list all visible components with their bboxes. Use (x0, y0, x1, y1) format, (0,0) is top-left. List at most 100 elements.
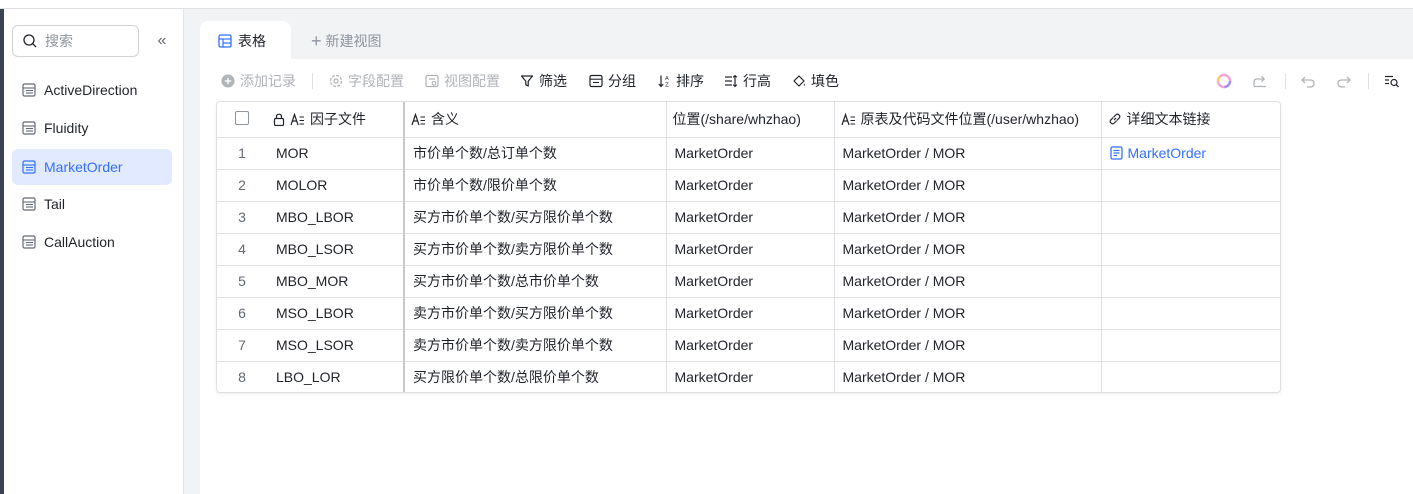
document-link[interactable]: MarketOrder (1109, 145, 1281, 161)
cell-location[interactable]: MarketOrder (666, 169, 835, 202)
plus-icon: + (311, 31, 322, 51)
cell-factor[interactable]: MBO_MOR (267, 265, 405, 298)
cell-factor[interactable]: MSO_LBOR (267, 297, 405, 330)
search-input[interactable]: 搜索 (12, 25, 139, 57)
table-icon (22, 83, 36, 97)
cell-detail-link[interactable] (1101, 297, 1280, 330)
table-row[interactable]: 7 MSO_LSOR 卖方市价单个数/卖方限价单个数 MarketOrder Marke… (217, 329, 1280, 362)
table-row[interactable]: 1 MOR 市价单个数/总订单个数 MarketOrder MarketOrder / … (217, 137, 1281, 170)
cell-source[interactable]: MarketOrder / MOR (834, 169, 1102, 202)
cell-detail-link[interactable] (1101, 361, 1280, 392)
cell-source[interactable]: MarketOrder / MOR (834, 201, 1102, 234)
sidebar-item-marketorder[interactable]: MarketOrder (12, 149, 172, 185)
tab-label: 表格 (238, 33, 266, 49)
search-records-icon[interactable] (1382, 71, 1402, 91)
table-row[interactable]: 5 MBO_MOR 买方市价单个数/总市价单个数 MarketOrder MarketO… (217, 265, 1280, 298)
cell-detail-link[interactable] (1101, 233, 1280, 266)
cell-meaning[interactable]: 卖方市价单个数/买方限价单个数 (404, 297, 667, 330)
table-row[interactable]: 6 MSO_LBOR 卖方市价单个数/买方限价单个数 MarketOrder Marke… (217, 297, 1280, 330)
cell-source[interactable]: MarketOrder / MOR (834, 329, 1102, 362)
cell-location[interactable]: MarketOrder (666, 201, 835, 234)
group-button[interactable]: 分组 (589, 71, 636, 91)
redo-icon[interactable] (1334, 71, 1354, 91)
group-label: 分组 (608, 73, 636, 89)
row-height-button[interactable]: 行高 (724, 71, 771, 91)
sort-button[interactable]: AZ 排序 (657, 71, 704, 91)
field-config-button[interactable]: 字段配置 (329, 71, 404, 91)
cell-source[interactable]: MarketOrder / MOR (834, 233, 1102, 266)
sidebar-item-callauction[interactable]: CallAuction (12, 224, 172, 260)
table-row[interactable]: 4 MBO_LSOR 买方市价单个数/卖方限价单个数 MarketOrder Marke… (217, 233, 1280, 266)
ai-assistant-icon[interactable] (1214, 71, 1234, 91)
row-index: 1 (217, 137, 267, 170)
link-text: MarketOrder (1127, 145, 1207, 161)
cell-location[interactable]: MarketOrder (666, 265, 835, 298)
cell-location[interactable]: MarketOrder (666, 361, 835, 392)
cell-location[interactable]: MarketOrder (666, 329, 835, 362)
cell-meaning[interactable]: 买方市价单个数/总市价单个数 (404, 265, 667, 298)
fill-color-button[interactable]: 填色 (792, 71, 839, 91)
table-icon (22, 197, 36, 211)
column-header-source[interactable]: 原表及代码文件位置(/user/whzhao) (834, 102, 1102, 138)
column-label: 位置(/share/whzhao) (672, 111, 801, 128)
cell-source[interactable]: MarketOrder / MOR (834, 297, 1102, 330)
toolbar-divider (312, 73, 313, 89)
group-icon (589, 74, 603, 88)
data-table: 因子文件 含义 位置(/share/whzhao) 原表及代码文件位置(/use… (217, 102, 1281, 392)
view-config-icon (425, 74, 439, 88)
table-row[interactable]: 3 MBO_LBOR 买方市价单个数/买方限价单个数 MarketOrder Marke… (217, 201, 1280, 234)
sidebar-item-fluidity[interactable]: Fluidity (12, 110, 172, 146)
add-record-button[interactable]: 添加记录 (221, 71, 296, 91)
row-index: 5 (217, 265, 267, 298)
cell-factor[interactable]: LBO_LOR (267, 361, 405, 392)
cell-location[interactable]: MarketOrder (666, 297, 835, 330)
tab-grid-view[interactable]: 表格 (200, 21, 291, 61)
cell-detail-link[interactable] (1101, 329, 1280, 362)
column-header-detail-link[interactable]: 详细文本链接 (1101, 102, 1280, 138)
view-config-button[interactable]: 视图配置 (425, 71, 500, 91)
filter-button[interactable]: 筛选 (520, 71, 567, 91)
column-header-meaning[interactable]: 含义 (404, 102, 667, 138)
cell-meaning[interactable]: 买方市价单个数/买方限价单个数 (404, 201, 667, 234)
table-row[interactable]: 8 LBO_LOR 买方限价单个数/总限价单个数 MarketOrder MarketO… (217, 361, 1280, 392)
collapse-sidebar-icon[interactable]: « (152, 31, 172, 51)
sidebar-item-activedirection[interactable]: ActiveDirection (12, 72, 172, 108)
cell-meaning[interactable]: 卖方市价单个数/卖方限价单个数 (404, 329, 667, 362)
cell-location[interactable]: MarketOrder (666, 233, 835, 266)
cell-meaning[interactable]: 市价单个数/限价单个数 (404, 169, 667, 202)
table-row[interactable]: 2 MOLOR 市价单个数/限价单个数 MarketOrder MarketOrder … (217, 169, 1280, 202)
sidebar: 搜索 « ActiveDirection Fluidity MarketOrde… (4, 9, 184, 494)
cell-factor[interactable]: MOR (267, 137, 405, 170)
cell-source[interactable]: MarketOrder / MOR (834, 265, 1102, 298)
sidebar-item-label: ActiveDirection (44, 82, 138, 98)
cell-detail-link[interactable] (1101, 265, 1280, 298)
share-icon[interactable] (1250, 71, 1270, 91)
search-icon (23, 34, 37, 48)
cell-location[interactable]: MarketOrder (666, 137, 835, 170)
sidebar-item-tail[interactable]: Tail (12, 186, 172, 222)
cell-factor[interactable]: MSO_LSOR (267, 329, 405, 362)
cell-detail-link[interactable] (1101, 201, 1280, 234)
select-all-checkbox[interactable] (217, 102, 267, 138)
table-icon (22, 160, 36, 174)
row-index: 8 (238, 369, 246, 386)
sidebar-item-label: MarketOrder (44, 159, 123, 175)
cell-source[interactable]: MarketOrder / MOR (834, 361, 1102, 392)
column-header-factor[interactable]: 因子文件 (267, 102, 405, 138)
cell-meaning[interactable]: 买方市价单个数/卖方限价单个数 (404, 233, 667, 266)
cell-meaning[interactable]: 买方限价单个数/总限价单个数 (404, 361, 667, 392)
table-icon (22, 235, 36, 249)
document-icon (1109, 146, 1123, 160)
new-view-button[interactable]: + 新建视图 (311, 30, 382, 52)
cell-source[interactable]: MarketOrder / MOR (834, 137, 1102, 170)
undo-icon[interactable] (1298, 71, 1318, 91)
cell-detail-link[interactable]: MarketOrder (1101, 137, 1281, 170)
cell-meaning[interactable]: 市价单个数/总订单个数 (404, 137, 667, 170)
text-field-icon (290, 112, 304, 125)
cell-detail-link[interactable] (1101, 169, 1280, 202)
sidebar-item-label: Fluidity (44, 120, 89, 136)
cell-factor[interactable]: MBO_LSOR (267, 233, 405, 266)
cell-factor[interactable]: MBO_LBOR (267, 201, 405, 234)
cell-factor[interactable]: MOLOR (267, 169, 405, 202)
column-header-location[interactable]: 位置(/share/whzhao) (666, 102, 835, 138)
